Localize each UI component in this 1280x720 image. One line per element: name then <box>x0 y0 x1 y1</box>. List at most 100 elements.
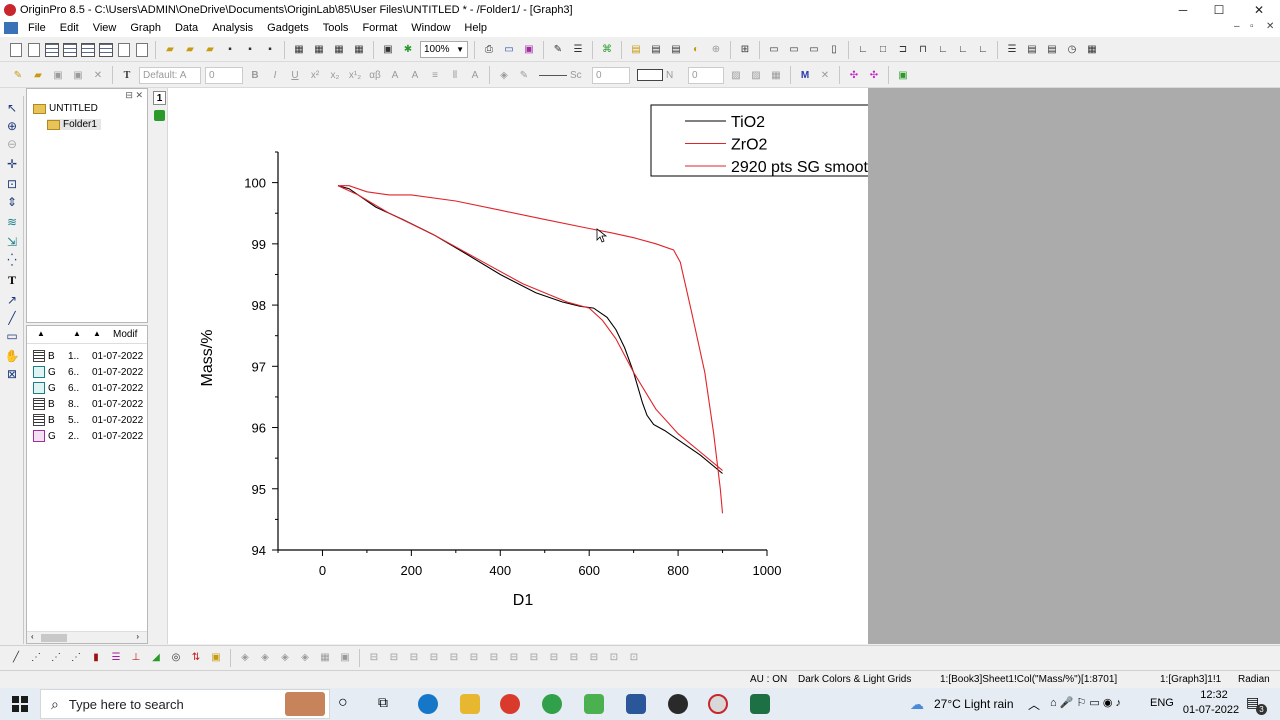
open-excel-icon[interactable]: ▰ <box>202 42 218 58</box>
task-view-icon[interactable]: ⧉ <box>378 694 388 711</box>
cortana-icon[interactable]: ○ <box>338 694 348 712</box>
new-workbook-icon[interactable] <box>45 42 59 57</box>
series-line-1[interactable] <box>338 185 724 514</box>
menu-gadgets[interactable]: Gadgets <box>260 22 316 34</box>
layout-page-icon[interactable]: ▤ <box>648 42 664 58</box>
group-icon[interactable]: ▣ <box>50 67 66 83</box>
minimize-button[interactable]: ─ <box>1164 0 1202 19</box>
scroll-left-icon[interactable]: ‹ <box>31 632 34 641</box>
list-item[interactable]: G 2.. 01-07-2022 <box>33 428 145 444</box>
data-selector-icon[interactable]: ⇕ <box>4 194 20 210</box>
code-builder-icon[interactable]: ⌘ <box>599 42 615 58</box>
align-bottom-icon[interactable]: ⊟ <box>426 650 442 666</box>
batch-icon[interactable]: ▣ <box>380 42 396 58</box>
stock-plot-icon[interactable]: ⇅ <box>188 650 204 666</box>
chrome-profile-icon[interactable] <box>542 694 562 714</box>
menu-window[interactable]: Window <box>404 22 457 34</box>
align-top-icon[interactable]: ⊟ <box>406 650 422 666</box>
clock-time[interactable]: 12:32 <box>1188 689 1240 701</box>
new-excel-icon[interactable] <box>63 42 77 57</box>
italic-button[interactable]: I <box>267 67 283 83</box>
pattern-icon[interactable]: ▨ <box>728 67 744 83</box>
clock-icon[interactable]: ◷ <box>1064 42 1080 58</box>
scroll-right-icon[interactable]: › <box>136 632 139 641</box>
stats-plot-icon[interactable]: ⊥ <box>128 650 144 666</box>
series-line-0[interactable] <box>337 185 723 474</box>
project-explorer-icon[interactable]: ▣ <box>521 42 537 58</box>
axes-box-icon[interactable]: □ <box>875 42 891 58</box>
image-plot-icon[interactable]: ▣ <box>337 650 353 666</box>
script-window-icon[interactable]: ✎ <box>550 42 566 58</box>
axes-lt-icon[interactable]: ∟ <box>935 42 951 58</box>
import-multiple-icon[interactable]: ▦ <box>311 42 327 58</box>
pattern-num-select[interactable]: 0 <box>688 66 724 84</box>
pin-close-icon[interactable]: ⊟ ✕ <box>125 90 143 101</box>
taskbar-search[interactable]: ⌕ Type here to search <box>40 689 330 719</box>
y-axis-title[interactable]: Mass/% <box>199 330 216 387</box>
list-item[interactable]: B 5.. 01-07-2022 <box>33 412 145 428</box>
axes-lr-icon[interactable]: ∟ <box>975 42 991 58</box>
area-plot-icon[interactable]: ◢ <box>148 650 164 666</box>
windows-start-icon[interactable] <box>12 696 28 712</box>
weather-text[interactable]: 27°C Light rain <box>934 697 1014 711</box>
brush-icon[interactable]: ✎ <box>10 67 26 83</box>
add-bottom-x-icon[interactable]: ▭ <box>766 42 782 58</box>
region-icon[interactable]: ⊠ <box>4 366 20 382</box>
text-tool-icon[interactable]: T <box>119 67 135 83</box>
new-project-icon[interactable] <box>10 42 22 57</box>
ungroup-objects-icon[interactable]: ⊟ <box>546 650 562 666</box>
remove-data-icon[interactable]: ✣ <box>866 67 882 83</box>
sort-size-icon[interactable]: ▲ <box>93 329 101 338</box>
greek-icon[interactable]: αβ <box>367 67 383 83</box>
origin-taskbar-icon[interactable] <box>584 694 604 714</box>
increase-font-icon[interactable]: A <box>387 67 403 83</box>
horizontal-scrollbar[interactable]: ‹ › <box>27 631 147 643</box>
print-icon[interactable]: ⎙ <box>481 42 497 58</box>
contour-icon[interactable]: ▦ <box>317 650 333 666</box>
table-icon[interactable]: ▦ <box>1084 42 1100 58</box>
clock-date[interactable]: 01-07-2022 <box>1180 704 1242 716</box>
bold-button[interactable]: B <box>247 67 263 83</box>
axes-right-icon[interactable]: ⊐ <box>895 42 911 58</box>
same-height-icon[interactable]: ⊡ <box>626 650 642 666</box>
menu-file[interactable]: File <box>21 22 53 34</box>
word-icon[interactable] <box>626 694 646 714</box>
multi-curve-icon[interactable]: ☰ <box>108 650 124 666</box>
new-matrix-icon[interactable] <box>99 42 113 57</box>
zoom-select[interactable]: 100% ▼ <box>420 41 468 58</box>
3d-wire-icon[interactable]: ◈ <box>277 650 293 666</box>
menu-view[interactable]: View <box>86 22 124 34</box>
close-button[interactable]: ✕ <box>1240 0 1278 19</box>
data-reader-icon[interactable]: ▣ <box>895 67 911 83</box>
line-style-select[interactable]: Sc <box>536 67 588 84</box>
fill-grid-icon[interactable]: ▦ <box>768 67 784 83</box>
superscript-icon[interactable]: x² <box>307 67 323 83</box>
fill-pattern-select[interactable]: N <box>634 67 684 84</box>
front-icon[interactable]: ⊟ <box>486 650 502 666</box>
layer-contents-icon[interactable]: ▤ <box>1024 42 1040 58</box>
3d-bar-icon[interactable]: ◈ <box>257 650 273 666</box>
paint-icon[interactable]: ▰ <box>30 67 46 83</box>
copy-page-icon[interactable]: ▭ <box>501 42 517 58</box>
align-vcenter-icon[interactable]: ⊟ <box>446 650 462 666</box>
send-backward-icon[interactable]: ⊟ <box>586 650 602 666</box>
recalculate-icon[interactable]: ▦ <box>351 42 367 58</box>
split-icon[interactable]: ⊕ <box>708 42 724 58</box>
arrow-icon[interactable]: ↗ <box>4 292 20 308</box>
language-indicator[interactable]: ENG <box>1150 697 1174 709</box>
x-axis-title[interactable]: D1 <box>513 592 534 609</box>
tree-root[interactable]: UNTITLED <box>33 103 98 114</box>
column-align-icon[interactable]: ⫴ <box>447 67 463 83</box>
scrollbar-thumb[interactable] <box>41 634 67 642</box>
add-right-y-icon[interactable]: ▯ <box>826 42 842 58</box>
hand-icon[interactable]: ✋ <box>4 348 20 364</box>
command-window-icon[interactable]: ☰ <box>570 42 586 58</box>
line-color-icon[interactable]: ✎ <box>516 67 532 83</box>
chrome-icon[interactable] <box>500 694 520 714</box>
screen-reader-icon[interactable]: ✛ <box>4 156 20 172</box>
align-right-icon[interactable]: ⊟ <box>386 650 402 666</box>
list-item[interactable]: B 1.. 01-07-2022 <box>33 348 145 364</box>
fill-color-icon[interactable]: ◈ <box>496 67 512 83</box>
zoom-out-icon[interactable]: ⊖ <box>4 136 20 152</box>
axes-top-icon[interactable]: ⊓ <box>915 42 931 58</box>
